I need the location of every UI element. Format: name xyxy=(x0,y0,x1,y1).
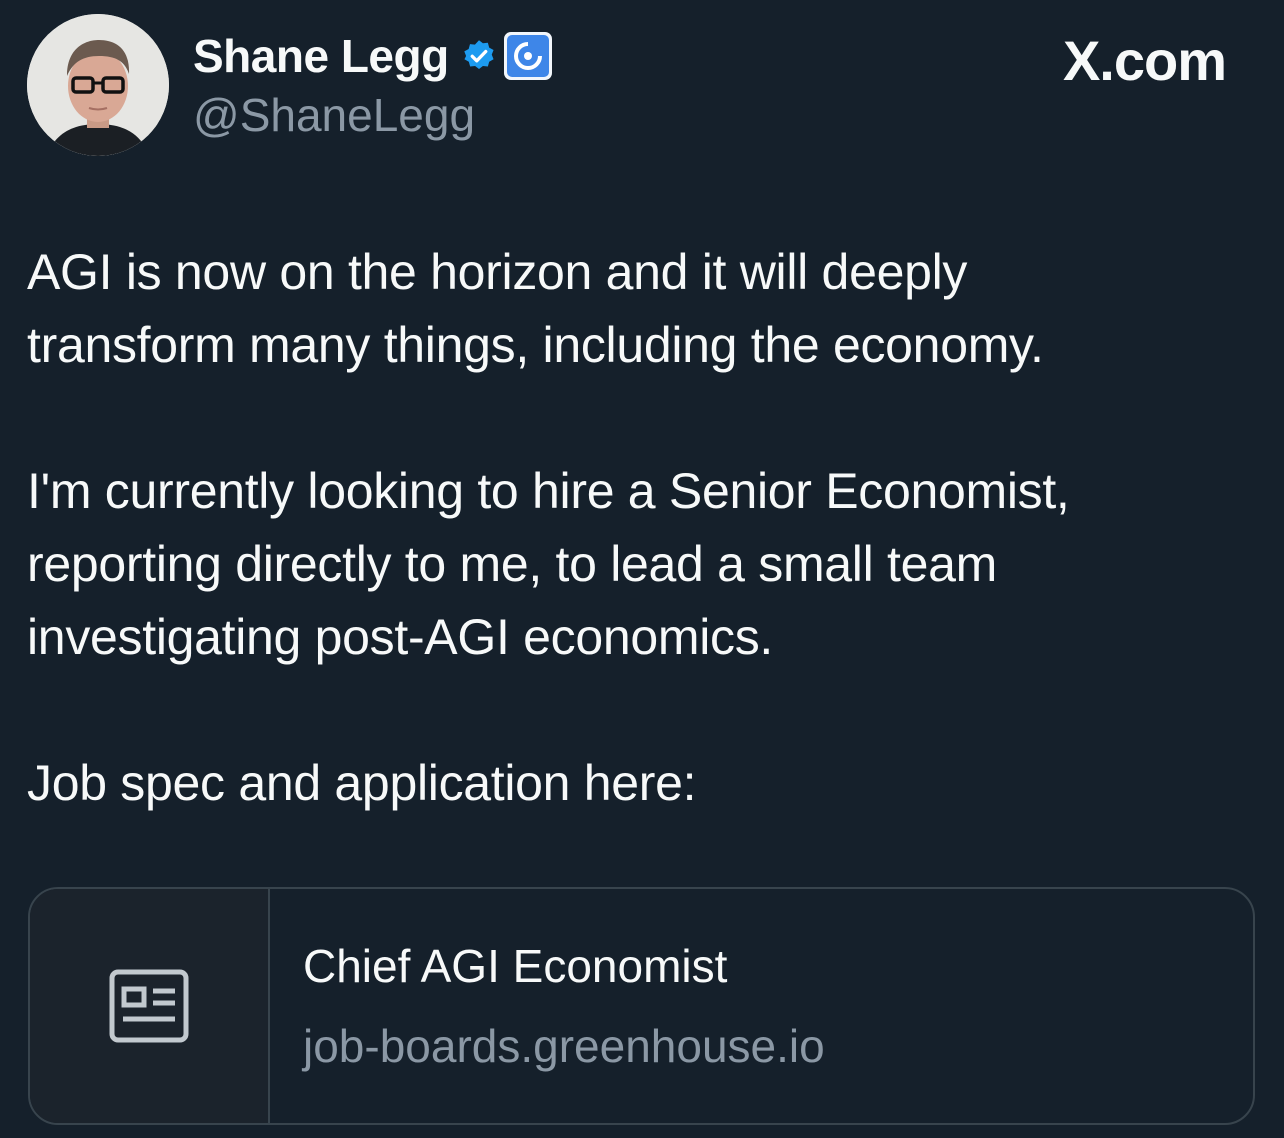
verified-badge-icon[interactable] xyxy=(461,38,497,74)
brand-logo-text: X.com xyxy=(1062,29,1227,92)
avatar-photo xyxy=(27,14,169,156)
link-card-domain: job-boards.greenhouse.io xyxy=(303,1020,825,1072)
link-preview-card[interactable]: Chief AGI Economist job-boards.greenhous… xyxy=(28,887,1255,1125)
tweet-line: reporting directly to me, to lead a smal… xyxy=(27,536,997,592)
affiliation-logo-icon[interactable] xyxy=(503,31,553,81)
author-handle[interactable]: @ShaneLegg xyxy=(193,88,475,142)
tweet-line: investigating post-AGI economics. xyxy=(27,609,774,665)
tweet-line: Job spec and application here: xyxy=(27,755,697,811)
link-card-body: Chief AGI Economist job-boards.greenhous… xyxy=(270,889,825,1123)
tweet-line: transform many things, including the eco… xyxy=(27,317,1044,373)
link-card-thumbnail xyxy=(30,889,270,1123)
author-display-name[interactable]: Shane Legg xyxy=(193,29,449,83)
tweet-body: AGI is now on the horizon and it will de… xyxy=(27,236,1257,820)
author-name-row: Shane Legg xyxy=(193,28,553,84)
article-icon xyxy=(109,969,189,1043)
author-avatar[interactable] xyxy=(27,14,169,156)
tweet-line: I'm currently looking to hire a Senior E… xyxy=(27,463,1070,519)
tweet-line: AGI is now on the horizon and it will de… xyxy=(27,244,968,300)
link-card-title[interactable]: Chief AGI Economist xyxy=(303,939,825,993)
